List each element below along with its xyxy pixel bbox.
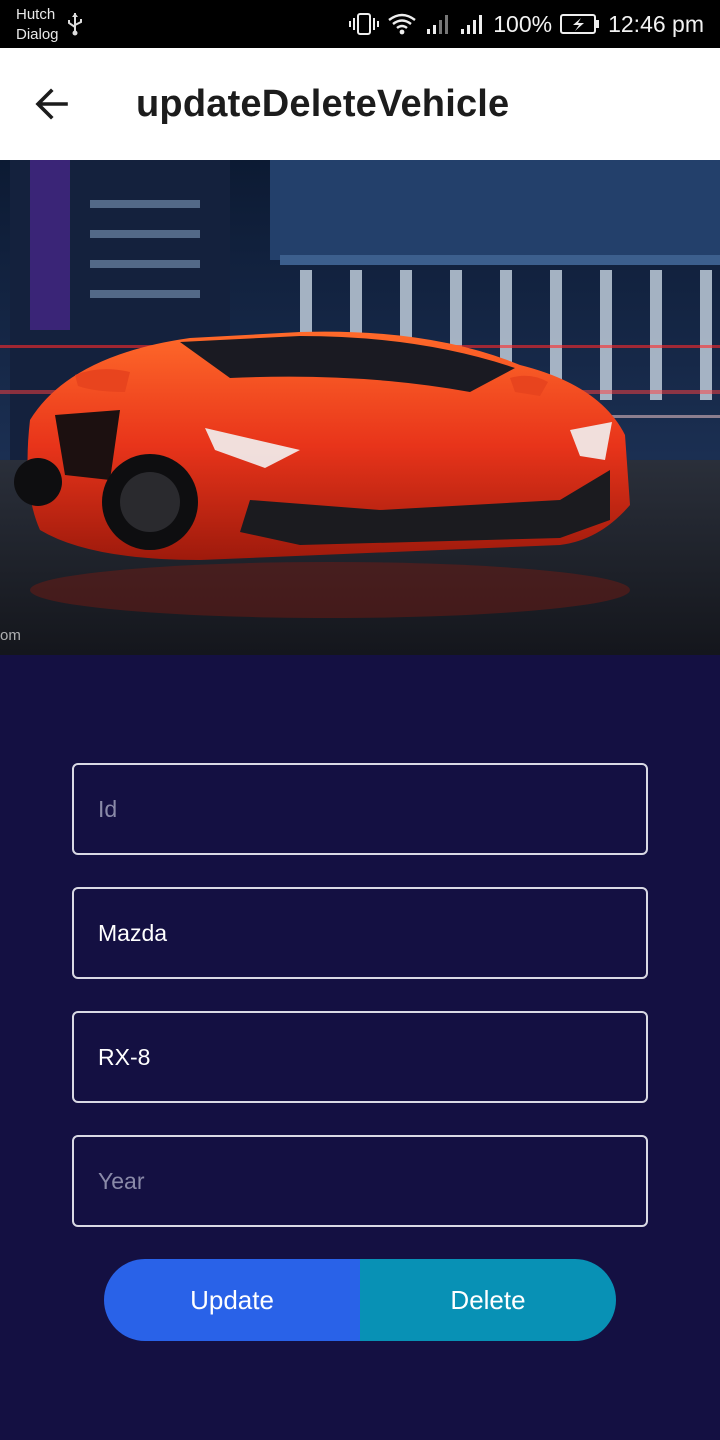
- image-watermark: om: [0, 627, 21, 644]
- year-field[interactable]: [72, 1135, 648, 1227]
- battery-percent: 100%: [493, 10, 553, 37]
- carrier-line-2: Dialog: [16, 26, 59, 43]
- clock: 12:46 pm: [608, 10, 704, 37]
- car-photo: [0, 160, 720, 655]
- signal-icon: [427, 15, 449, 34]
- status-bar: Hutch Dialog 100% 12:46 pm: [0, 0, 720, 48]
- carrier-line-1: Hutch: [16, 6, 56, 23]
- arrow-left-icon: [35, 88, 68, 120]
- update-button[interactable]: Update: [104, 1259, 360, 1341]
- back-button[interactable]: [24, 78, 80, 130]
- signal-icon: [461, 15, 483, 34]
- model-field[interactable]: [72, 1011, 648, 1103]
- make-field[interactable]: [72, 887, 648, 979]
- carrier-label: Hutch Dialog: [16, 5, 59, 45]
- page-title: updateDeleteVehicle: [136, 83, 510, 125]
- status-icons: 100% 12:46 pm: [349, 0, 704, 48]
- delete-button[interactable]: Delete: [360, 1259, 616, 1341]
- action-buttons: Update Delete: [104, 1259, 616, 1341]
- usb-icon: [68, 13, 82, 36]
- app-bar: updateDeleteVehicle: [0, 48, 720, 160]
- wifi-icon: [388, 13, 416, 35]
- battery-charging-icon: [560, 14, 600, 34]
- vibrate-icon: [349, 13, 380, 35]
- id-field[interactable]: [72, 763, 648, 855]
